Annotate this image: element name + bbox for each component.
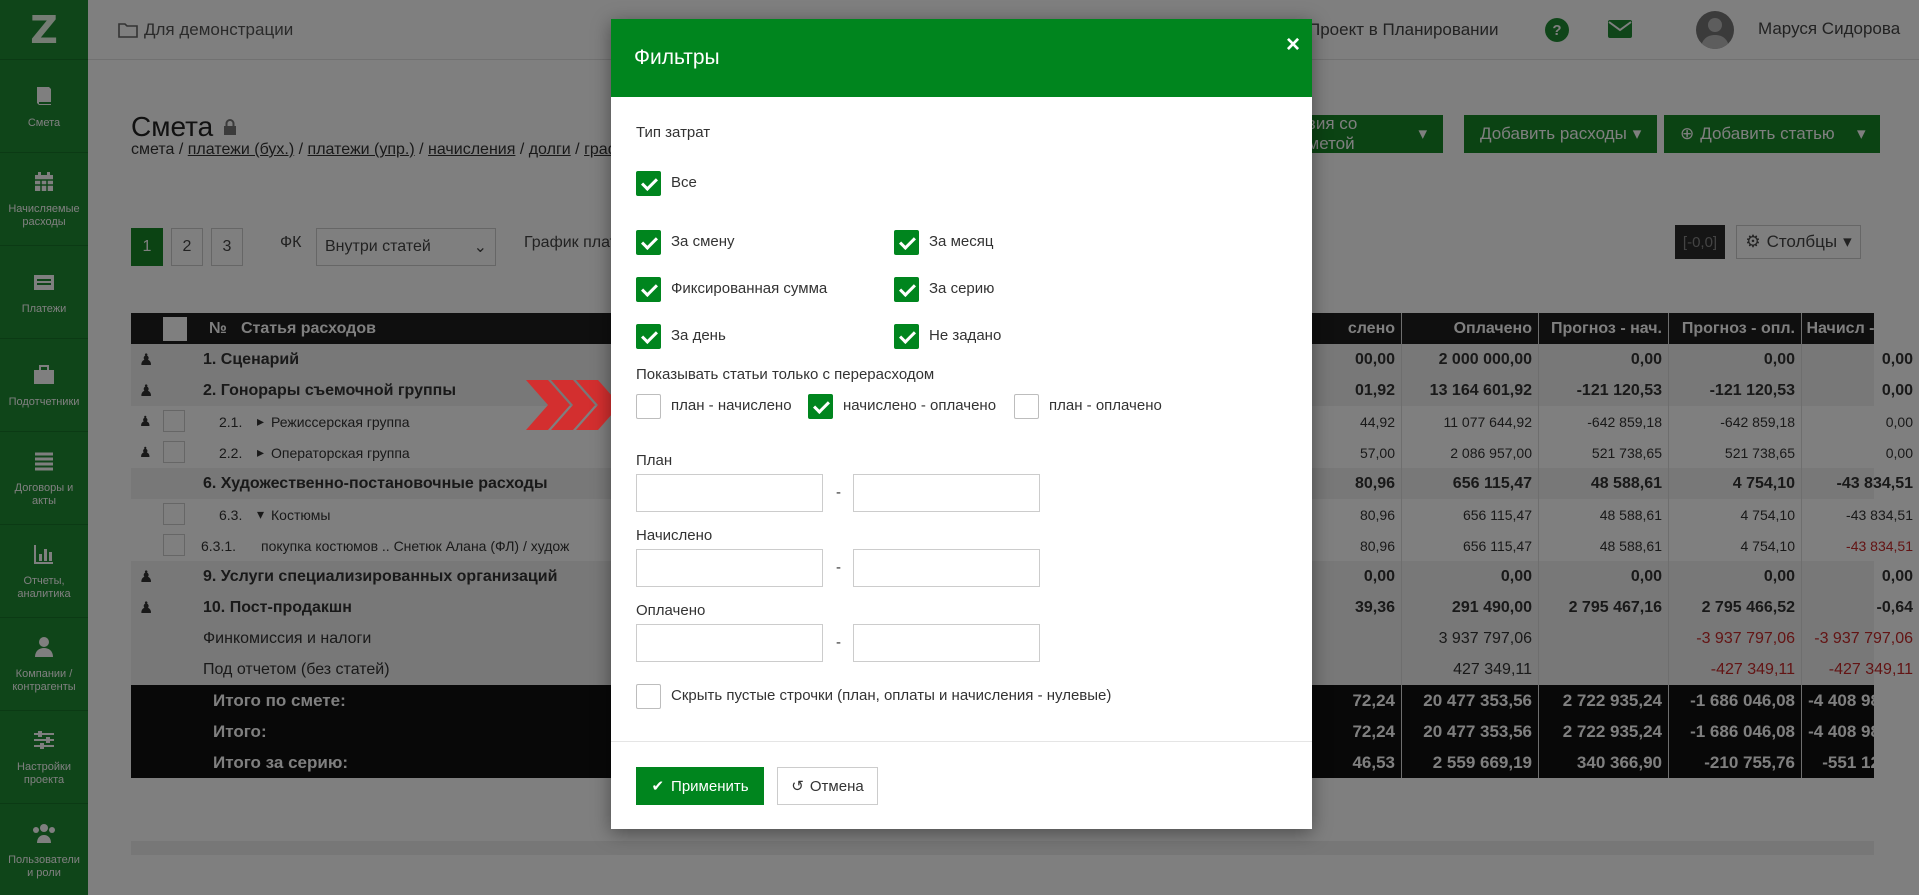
paid-label: Оплачено <box>636 602 706 619</box>
accrued-from-input[interactable] <box>636 549 823 587</box>
cost-type-label: Тип затрат <box>636 124 711 141</box>
range-dash: - <box>836 484 841 501</box>
fixed-sum-checkbox[interactable] <box>636 277 661 302</box>
plan-to-input[interactable] <box>853 474 1040 512</box>
cancel-button[interactable]: ↺ Отмена <box>777 767 878 805</box>
modal-title: Фильтры <box>634 46 720 69</box>
paid-to-input[interactable] <box>853 624 1040 662</box>
pointer-arrow-icon <box>526 380 621 433</box>
per-month-checkbox[interactable] <box>894 230 919 255</box>
plan-accrued-label: план - начислено <box>671 397 792 414</box>
not-set-label: Не задано <box>929 327 1002 344</box>
overrun-label: Показывать статьи только с перерасходом <box>636 366 935 383</box>
per-day-label: За день <box>671 327 726 344</box>
modal-header: Фильтры × <box>611 19 1312 97</box>
plan-label: План <box>636 452 673 469</box>
plan-from-input[interactable] <box>636 474 823 512</box>
hide-empty-label: Скрыть пустые строчки (план, оплаты и на… <box>671 687 1112 704</box>
all-checkbox[interactable] <box>636 171 661 196</box>
accrued-label: Начислено <box>636 527 713 544</box>
range-dash: - <box>836 559 841 576</box>
accrued-to-input[interactable] <box>853 549 1040 587</box>
undo-icon: ↺ <box>791 778 804 795</box>
per-series-checkbox[interactable] <box>894 277 919 302</box>
cancel-label: Отмена <box>809 777 864 795</box>
hide-empty-checkbox[interactable] <box>636 684 661 709</box>
check-icon: ✔ <box>651 778 665 795</box>
per-series-label: За серию <box>929 280 995 297</box>
accrued-paid-label: начислено - оплачено <box>843 397 997 414</box>
close-icon[interactable]: × <box>1286 31 1300 59</box>
per-shift-label: За смену <box>671 233 735 250</box>
plan-accrued-checkbox[interactable] <box>636 394 661 419</box>
filters-modal: Фильтры × Тип затрат Все За смену За мес… <box>611 19 1312 829</box>
apply-label: Применить <box>671 777 749 795</box>
per-day-checkbox[interactable] <box>636 324 661 349</box>
modal-body: Тип затрат Все За смену За месяц Фиксиро… <box>611 97 1312 740</box>
fixed-sum-label: Фиксированная сумма <box>671 280 828 297</box>
per-month-label: За месяц <box>929 233 994 250</box>
paid-from-input[interactable] <box>636 624 823 662</box>
all-label: Все <box>671 174 697 191</box>
plan-paid-label: план - оплачено <box>1049 397 1162 414</box>
accrued-paid-checkbox[interactable] <box>808 394 833 419</box>
not-set-checkbox[interactable] <box>894 324 919 349</box>
per-shift-checkbox[interactable] <box>636 230 661 255</box>
modal-footer: ✔ Применить ↺ Отмена <box>611 741 1312 829</box>
range-dash: - <box>836 634 841 651</box>
plan-paid-checkbox[interactable] <box>1014 394 1039 419</box>
apply-button[interactable]: ✔ Применить <box>636 767 764 805</box>
